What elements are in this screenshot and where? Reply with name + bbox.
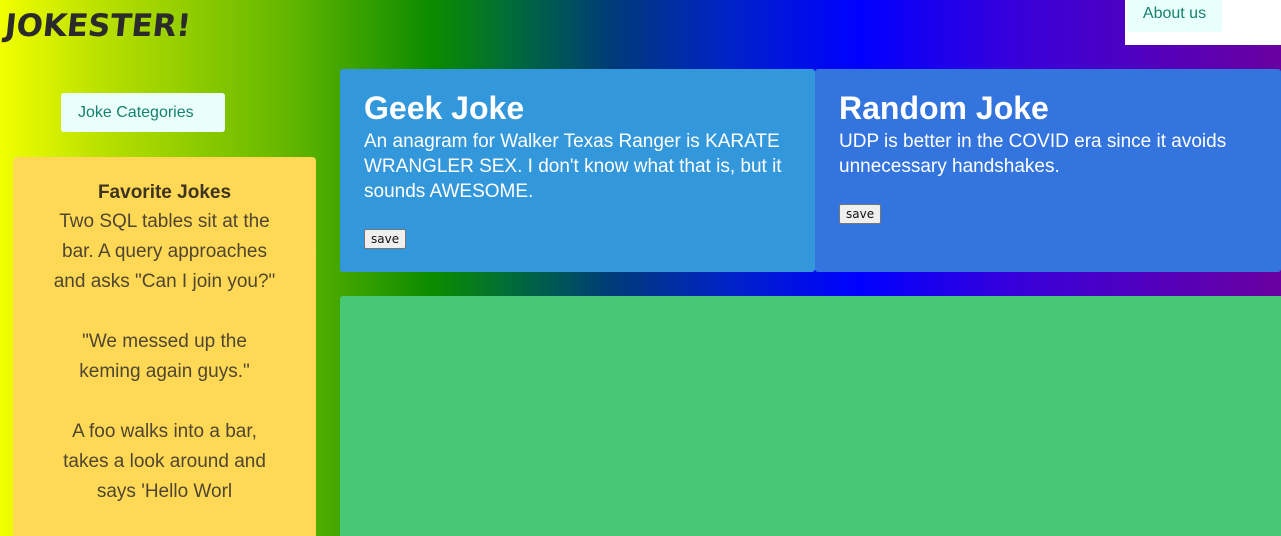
favorite-joke-item: Two SQL tables sit at the bar. A query a… bbox=[53, 211, 276, 292]
geek-joke-title: Geek Joke bbox=[364, 90, 525, 126]
save-geek-joke-button[interactable]: save bbox=[364, 229, 407, 249]
app-logo: JOKESTER! bbox=[3, 8, 193, 44]
favorite-joke-item: "We messed up the keming again guys." bbox=[79, 331, 250, 382]
favorite-jokes-title: Favorite Jokes bbox=[97, 182, 232, 203]
joke-categories-button[interactable]: Joke Categories bbox=[61, 93, 225, 132]
about-us-button[interactable]: About us bbox=[1127, 0, 1222, 32]
favorite-joke-item: A foo walks into a bar, takes a look aro… bbox=[63, 421, 266, 502]
random-joke-card: Random Joke UDP is better in the COVID e… bbox=[815, 69, 1281, 272]
random-joke-title: Random Joke bbox=[839, 90, 1049, 126]
content-panel bbox=[340, 296, 1281, 536]
geek-joke-text: An anagram for Walker Texas Ranger is KA… bbox=[364, 131, 782, 202]
geek-joke-card: Geek Joke An anagram for Walker Texas Ra… bbox=[340, 69, 815, 272]
favorite-jokes-panel: Favorite Jokes Two SQL tables sit at the… bbox=[13, 157, 316, 536]
random-joke-text: UDP is better in the COVID era since it … bbox=[839, 131, 1227, 177]
save-random-joke-button[interactable]: save bbox=[839, 204, 882, 224]
